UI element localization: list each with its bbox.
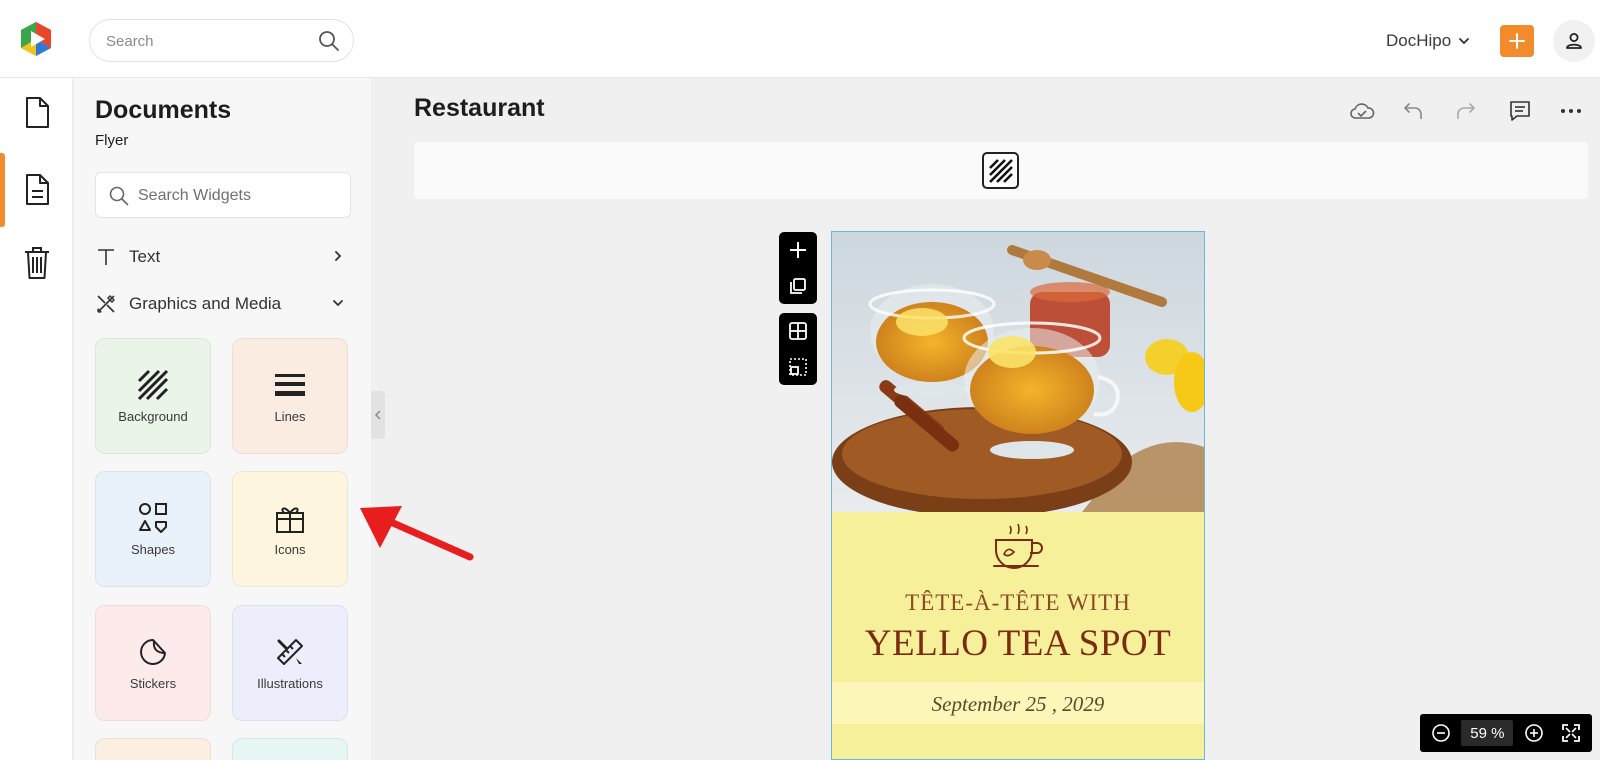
document-icon	[25, 97, 49, 128]
shapes-icon	[139, 502, 167, 533]
grid-icon[interactable]	[788, 321, 808, 341]
tile-shapes[interactable]: Shapes	[95, 471, 211, 587]
app-logo-icon[interactable]	[17, 20, 55, 58]
rail-item-trash[interactable]	[0, 233, 73, 293]
section-text[interactable]: Text	[95, 242, 351, 272]
zoom-control: 59 %	[1420, 714, 1592, 752]
tile-label: Background	[118, 408, 188, 424]
rail-item-widgets[interactable]	[0, 153, 73, 227]
tile-label: Icons	[274, 541, 306, 557]
document-lines-icon	[25, 174, 49, 205]
tea-photo[interactable]	[832, 232, 1204, 512]
undo-icon[interactable]	[1399, 97, 1427, 125]
chevron-left-icon	[374, 410, 381, 420]
page-layout-tools	[779, 313, 817, 385]
gift-icon	[276, 506, 304, 533]
tile-label: Lines	[274, 408, 306, 424]
stripes-icon	[988, 158, 1013, 183]
flyer-subhead[interactable]: TÊTE-À-TÊTE WITH	[832, 590, 1204, 616]
add-icon[interactable]	[788, 240, 808, 260]
text-icon	[95, 246, 117, 268]
tea-cup-icon	[993, 523, 1043, 569]
trash-icon	[24, 247, 49, 279]
select-icon[interactable]	[788, 357, 808, 377]
zoom-number: 59	[1470, 724, 1487, 742]
section-text-label: Text	[129, 247, 161, 266]
widgets-panel: Documents Flyer Text Graphics and Media …	[74, 78, 371, 760]
tile-icons[interactable]: Icons	[232, 471, 348, 587]
section-graphics-media[interactable]: Graphics and Media	[95, 289, 351, 319]
cloud-check-icon[interactable]	[1348, 97, 1376, 125]
annotation-arrow-icon	[360, 506, 474, 561]
document-title[interactable]: Restaurant	[414, 94, 545, 123]
tile-lines[interactable]: Lines	[232, 338, 348, 454]
section-graphics-label: Graphics and Media	[129, 294, 282, 313]
flyer-page[interactable]: TÊTE-À-TÊTE WITH YELLO TEA SPOT Septembe…	[831, 231, 1205, 760]
graphics-icon	[95, 293, 117, 315]
chevron-right-icon	[335, 251, 342, 261]
tile-stickers[interactable]: Stickers	[95, 605, 211, 721]
duplicate-icon[interactable]	[788, 276, 808, 296]
tile-label: Shapes	[130, 541, 176, 557]
tile-label: Stickers	[129, 675, 177, 691]
pen-ruler-icon	[277, 638, 303, 665]
stripes-icon	[137, 369, 169, 400]
comment-icon[interactable]	[1506, 97, 1534, 125]
panel-title: Documents	[95, 96, 232, 124]
tile-more-2[interactable]	[232, 738, 348, 760]
tile-more-1[interactable]	[95, 738, 211, 760]
brand-label: DocHipo	[1386, 31, 1452, 50]
tile-illustrations[interactable]: Illustrations	[232, 605, 348, 721]
zoom-in-icon[interactable]	[1523, 722, 1544, 744]
avatar[interactable]	[1553, 20, 1595, 62]
create-button[interactable]	[1500, 25, 1534, 57]
chevron-down-icon	[333, 300, 343, 307]
redo-icon[interactable]	[1452, 97, 1480, 125]
context-toolbar	[414, 142, 1588, 199]
panel-subtitle: Flyer	[95, 132, 129, 149]
search-icon	[109, 186, 129, 206]
search-icon[interactable]	[317, 29, 341, 53]
background-tool-button[interactable]	[982, 152, 1019, 189]
flyer-headline[interactable]: YELLO TEA SPOT	[832, 622, 1204, 665]
search-input[interactable]	[106, 31, 306, 51]
widget-search-input[interactable]	[138, 186, 338, 206]
global-search[interactable]	[89, 19, 354, 62]
lines-icon	[275, 373, 305, 396]
panel-collapse-handle[interactable]	[371, 391, 385, 439]
flyer-date[interactable]: September 25 , 2029	[832, 692, 1204, 717]
zoom-value[interactable]: 59 %	[1461, 720, 1514, 746]
page-add-tools	[779, 232, 817, 304]
user-icon	[1566, 33, 1582, 49]
fullscreen-icon[interactable]	[1561, 722, 1582, 744]
left-rail	[0, 78, 73, 760]
more-icon[interactable]	[1557, 97, 1585, 125]
plus-icon	[1509, 33, 1525, 49]
tile-label: Illustrations	[257, 675, 323, 691]
widget-search[interactable]	[95, 172, 351, 218]
tile-background[interactable]: Background	[95, 338, 211, 454]
sticker-icon	[140, 638, 166, 665]
chevron-down-icon	[1459, 38, 1470, 45]
zoom-unit: %	[1491, 724, 1505, 742]
zoom-out-icon[interactable]	[1430, 722, 1451, 744]
top-bar: DocHipo	[0, 0, 1600, 78]
rail-item-documents[interactable]	[0, 83, 73, 143]
brand-menu[interactable]: DocHipo	[1386, 28, 1471, 54]
